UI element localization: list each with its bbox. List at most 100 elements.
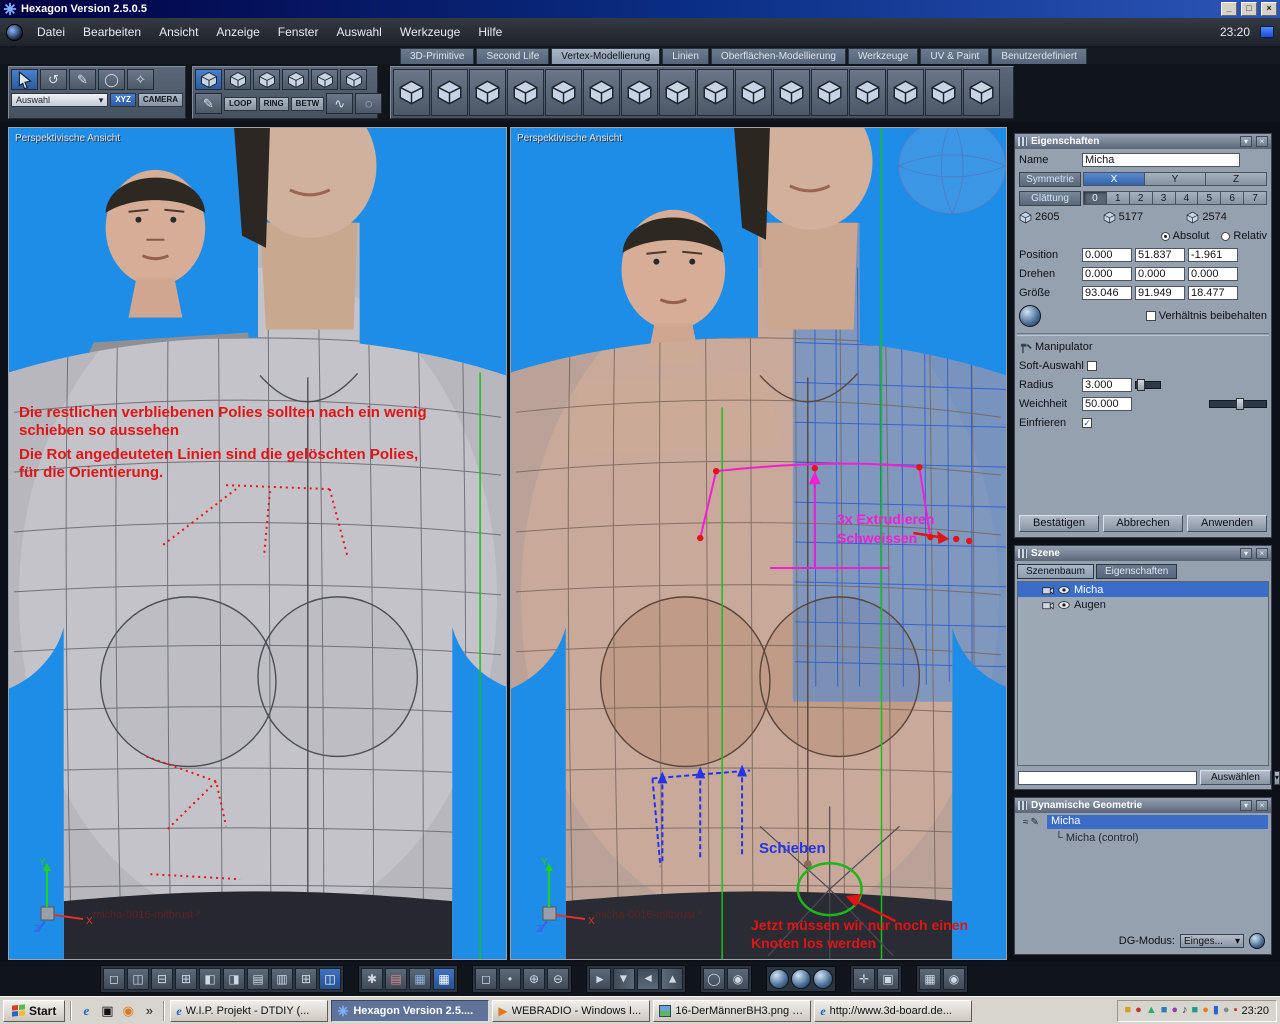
dg-mode-dropdown[interactable]: Einges... ▾ [1180, 934, 1244, 948]
panel-close-icon[interactable]: × [1256, 136, 1268, 147]
softness-slider[interactable] [1209, 398, 1267, 410]
size-y-input[interactable] [1135, 286, 1185, 300]
tray-icon-1[interactable]: ■ [1125, 1005, 1132, 1016]
menu-fenster[interactable]: Fenster [270, 22, 327, 42]
scene-item-augen[interactable]: Augen [1018, 597, 1268, 612]
fit-view-icon[interactable]: ▣ [877, 968, 899, 990]
render-camera-icon[interactable]: ◉ [943, 968, 965, 990]
layout-right-icon[interactable]: ◨ [223, 968, 245, 990]
layout-two-vert-icon[interactable]: ◫ [127, 968, 149, 990]
position-y-input[interactable] [1135, 248, 1185, 262]
layout-cols-icon[interactable]: ▥ [271, 968, 293, 990]
tray-icon-3[interactable]: ▲ [1146, 1005, 1157, 1016]
smoothing-level-0[interactable]: 0 [1083, 191, 1107, 205]
tab-vertex-modellierung[interactable]: Vertex-Modellierung [551, 48, 661, 64]
radius-input[interactable] [1082, 378, 1132, 392]
modelling-tool-icon-15[interactable] [925, 69, 962, 116]
ring-button[interactable]: RING [258, 96, 289, 111]
loop-button[interactable]: LOOP [224, 96, 257, 111]
cancel-button[interactable]: Abbrechen [1103, 515, 1183, 532]
modelling-tool-icon-14[interactable] [887, 69, 924, 116]
tray-icon-6[interactable]: ♪ [1182, 1005, 1188, 1016]
smoothing-level-3[interactable]: 3 [1151, 191, 1176, 205]
multi-mode-icon[interactable] [311, 69, 338, 90]
quicklaunch-media-icon[interactable]: ◉ [119, 1002, 137, 1020]
modelling-tool-icon-10[interactable] [735, 69, 772, 116]
select-button[interactable]: Auswählen [1200, 770, 1271, 785]
menu-hilfe[interactable]: Hilfe [470, 22, 510, 42]
relative-radio[interactable]: Relativ [1221, 230, 1267, 242]
tab-werkzeuge[interactable]: Werkzeuge [848, 48, 919, 64]
layout-quad-icon[interactable]: ⊞ [175, 968, 197, 990]
ring-tool-icon[interactable]: ◌ [355, 93, 383, 114]
tab-scene-tree[interactable]: Szenenbaum [1017, 564, 1094, 579]
pan-icon[interactable]: ✛ [853, 968, 875, 990]
tab-oberflaechen-modellierung[interactable]: Oberflächen-Modellierung [710, 48, 846, 64]
viewport-left-canvas[interactable] [9, 128, 506, 959]
panel-collapse-icon[interactable]: ▾ [1240, 136, 1252, 147]
center-point-icon[interactable]: • [499, 968, 521, 990]
tab-scene-properties[interactable]: Eigenschaften [1095, 564, 1178, 579]
smoothing-level-5[interactable]: 5 [1197, 191, 1222, 205]
menu-werkzeuge[interactable]: Werkzeuge [392, 22, 468, 42]
lasso-select-icon[interactable]: ✎ [69, 69, 96, 90]
camera-button[interactable]: CAMERA [137, 93, 183, 107]
taskbar-item-webradio[interactable]: ▶ WEBRADIO - Windows I... [492, 999, 651, 1022]
eye-icon[interactable] [1058, 585, 1070, 595]
tray-icon-10[interactable]: ● [1223, 1005, 1230, 1016]
freeze-checkbox[interactable]: ✓ [1082, 418, 1092, 428]
modelling-tool-icon-11[interactable] [773, 69, 810, 116]
tray-icon-8[interactable]: ● [1202, 1005, 1209, 1016]
cursor-tool-icon-2[interactable]: ► [613, 968, 635, 990]
layout-two-horz-icon[interactable]: ⊟ [151, 968, 173, 990]
render-visibility-icon[interactable] [1042, 600, 1054, 610]
minimize-button[interactable]: _ [1221, 2, 1237, 16]
modelling-tool-icon-4[interactable] [507, 69, 544, 116]
zoom-out-icon[interactable]: ⊖ [547, 968, 569, 990]
dg-edit-icon[interactable]: ✎ [1031, 817, 1039, 828]
layout-dual-active-icon[interactable]: ◫ [319, 968, 341, 990]
sphere-manipulator-icon[interactable] [1019, 305, 1041, 327]
cursor-tool-icon-1[interactable]: ► [589, 968, 611, 990]
layout-left-icon[interactable]: ◧ [199, 968, 221, 990]
scene-item-micha[interactable]: Micha [1018, 582, 1268, 597]
face-mode-icon[interactable] [195, 69, 222, 90]
edge-mode-icon[interactable] [224, 69, 251, 90]
eye-icon[interactable] [1058, 600, 1070, 610]
menu-anzeige[interactable]: Anzeige [208, 22, 267, 42]
tessellate-tool-icon[interactable] [393, 69, 430, 116]
size-x-input[interactable] [1082, 286, 1132, 300]
tab-3d-primitive[interactable]: 3D-Primitive [400, 48, 475, 64]
modelling-tool-icon-7[interactable] [621, 69, 658, 116]
modelling-tool-icon-13[interactable] [849, 69, 886, 116]
confirm-button[interactable]: Bestätigen [1019, 515, 1099, 532]
smoothing-button[interactable]: Glättung [1019, 190, 1081, 206]
app-menu-icon[interactable] [6, 23, 23, 41]
wireframe-icon[interactable]: ▦ [433, 968, 455, 990]
taskbar-item-wip-projekt[interactable]: e W.I.P. Projekt - DTDIY (... [170, 999, 329, 1022]
tray-icon-2[interactable]: ● [1135, 1005, 1142, 1016]
menu-ansicht[interactable]: Ansicht [151, 22, 206, 42]
panel-close-icon[interactable]: × [1256, 800, 1268, 811]
viewport-left[interactable]: Perspektivische Ansicht Die restlichen v… [8, 127, 507, 960]
cursor-tool-icon-4[interactable]: ► [661, 968, 683, 990]
smoothing-level-2[interactable]: 2 [1128, 191, 1153, 205]
look-icon[interactable]: ◉ [727, 968, 749, 990]
menu-auswahl[interactable]: Auswahl [328, 22, 389, 42]
rotate-select-icon[interactable]: ↺ [40, 69, 67, 90]
pen-tool-icon[interactable]: ✎ [195, 93, 222, 114]
scene-filter-input[interactable] [1018, 770, 1197, 785]
extrude-tool-icon[interactable] [431, 69, 468, 116]
vertex-mode-icon[interactable] [253, 69, 280, 90]
position-x-input[interactable] [1082, 248, 1132, 262]
taskbar-item-image[interactable]: 16-DerMännerBH3.png - ... [653, 999, 812, 1022]
taskbar-item-3dboard[interactable]: e http://www.3d-board.de... [814, 999, 973, 1022]
grid-red-icon[interactable]: ▤ [385, 968, 407, 990]
quicklaunch-desktop-icon[interactable]: ▣ [98, 1002, 116, 1020]
modelling-tool-icon-3[interactable] [469, 69, 506, 116]
camera-ball-icon-1[interactable] [769, 969, 789, 989]
softness-input[interactable] [1082, 397, 1132, 411]
properties-panel-header[interactable]: Eigenschaften ▾ × [1015, 134, 1271, 149]
rotate-x-input[interactable] [1082, 267, 1132, 281]
panel-collapse-icon[interactable]: ▾ [1240, 800, 1252, 811]
